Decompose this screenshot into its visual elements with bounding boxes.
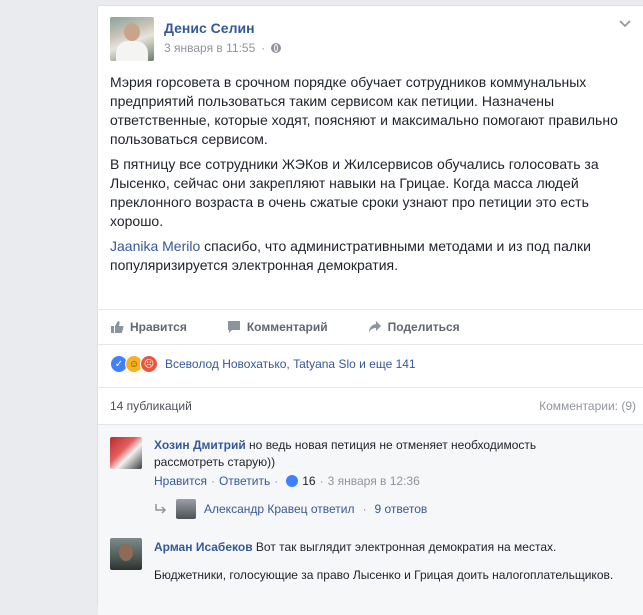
author-avatar[interactable] bbox=[110, 17, 154, 61]
reaction-names[interactable]: Всеволод Новохатько, Tatyana Slo и еще 1… bbox=[165, 357, 416, 371]
comment-like-button[interactable]: Нравится bbox=[154, 474, 207, 488]
commenter-name[interactable]: Арман Исабеков bbox=[154, 540, 253, 554]
chevron-down-icon[interactable] bbox=[619, 20, 631, 28]
comment-body: Вот так выглядит электронная демократия … bbox=[252, 540, 557, 554]
divider bbox=[98, 309, 643, 310]
comment-reply-button[interactable]: Ответить bbox=[219, 474, 270, 488]
separator: · bbox=[274, 474, 279, 488]
divider bbox=[98, 387, 643, 388]
author-name[interactable]: Денис Селин bbox=[164, 20, 255, 36]
mention-link[interactable]: Jaanika Merilo bbox=[110, 238, 200, 254]
share-button[interactable]: Поделиться bbox=[368, 316, 460, 338]
commenter-name[interactable]: Хозин Дмитрий bbox=[154, 438, 246, 452]
reply-count: 9 ответов bbox=[374, 502, 428, 516]
divider bbox=[98, 344, 643, 345]
comment-like-count[interactable]: 16 bbox=[302, 474, 315, 488]
reactions-row[interactable]: ✓ ☺ ☹ Всеволод Новохатько, Tatyana Slo и… bbox=[110, 355, 416, 373]
replies-link[interactable]: Александр Кравец ответил · 9 ответов bbox=[154, 499, 427, 519]
comments-count[interactable]: Комментарии: (9) bbox=[539, 399, 636, 413]
post-card: Денис Селин 3 января в 11:55 · Мэрия гор… bbox=[97, 5, 643, 615]
reply-arrow-icon bbox=[155, 504, 167, 514]
like-label: Нравится bbox=[130, 320, 187, 334]
post-paragraph-3: Jaanika Merilo спасибо, что администрати… bbox=[110, 237, 620, 275]
comment-2-text-continued: Бюджетники, голосующие за право Лысенко … bbox=[154, 568, 614, 582]
comment-date[interactable]: 3 января в 12:36 bbox=[328, 474, 420, 488]
shares-count[interactable]: 14 публикаций bbox=[110, 399, 192, 413]
post-meta: 3 января в 11:55 · bbox=[164, 41, 282, 55]
post-paragraph-1: Мэрия горсовета в срочном порядке обучае… bbox=[110, 74, 618, 147]
separator: · bbox=[210, 474, 215, 488]
separator: · bbox=[319, 474, 324, 488]
separator: · bbox=[261, 41, 266, 55]
reply-avatar bbox=[176, 499, 196, 519]
action-bar: Нравится Комментарий Поделиться bbox=[110, 316, 630, 338]
post-paragraph-2: В пятницу все сотрудники ЖЭКов и Жилсерв… bbox=[110, 156, 599, 229]
comment-label: Комментарий bbox=[246, 320, 328, 334]
commenter-avatar[interactable] bbox=[110, 437, 142, 469]
thumbs-up-icon bbox=[111, 321, 124, 333]
post-date[interactable]: 3 января в 11:55 bbox=[164, 41, 255, 55]
comment-2-text: Арман Исабеков Вот так выглядит электрон… bbox=[154, 539, 614, 556]
separator: · bbox=[362, 502, 367, 516]
comment-icon bbox=[227, 321, 240, 333]
angry-reaction-icon: ☹ bbox=[140, 355, 158, 373]
globe-icon bbox=[271, 43, 282, 53]
comment-1-meta: Нравится · Ответить · 16 · 3 января в 12… bbox=[154, 474, 420, 488]
stats-row: 14 публикаций Комментарии: (9) bbox=[110, 399, 636, 413]
post-text: Мэрия горсовета в срочном порядке обучае… bbox=[110, 73, 620, 281]
like-button[interactable]: Нравится bbox=[110, 316, 187, 338]
share-icon bbox=[368, 321, 381, 333]
commenter-avatar[interactable] bbox=[110, 538, 142, 570]
share-label: Поделиться bbox=[387, 320, 460, 334]
comment-button[interactable]: Комментарий bbox=[227, 316, 328, 338]
comments-section: Хозин Дмитрий но ведь новая петиция не о… bbox=[98, 424, 643, 615]
comment-1-text: Хозин Дмитрий но ведь новая петиция не о… bbox=[154, 437, 574, 471]
reply-author: Александр Кравец ответил bbox=[204, 502, 355, 516]
like-count-icon bbox=[286, 475, 299, 487]
